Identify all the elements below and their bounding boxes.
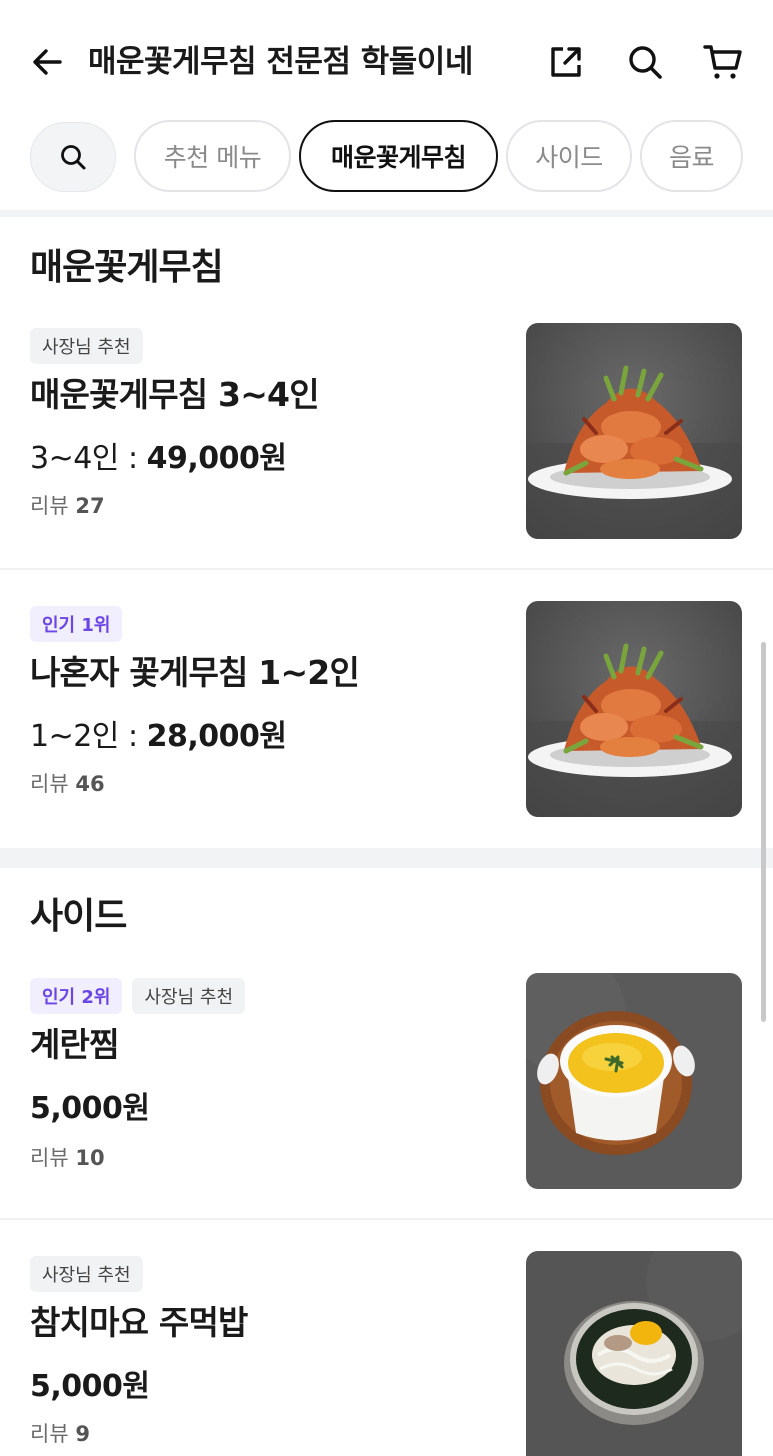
- store-title: 매운꽃게무침 전문점 학돌이네: [88, 44, 473, 80]
- menu-item-photo: [526, 601, 742, 817]
- review-count: 리뷰 46: [30, 768, 105, 798]
- badge-group: 인기 2위 사장님 추천: [30, 978, 246, 1014]
- category-tabs: 추천 메뉴 매운꽃게무침 사이드 음료: [0, 120, 773, 194]
- tab-recommended[interactable]: 추천 메뉴: [134, 120, 291, 192]
- section-title: 사이드: [30, 896, 127, 937]
- arrow-left-icon: [33, 49, 62, 75]
- review-number: 46: [75, 772, 105, 796]
- section-divider: [0, 848, 773, 868]
- review-count: 리뷰 9: [30, 1418, 90, 1448]
- menu-item-photo: [526, 323, 742, 539]
- divider: [0, 568, 773, 570]
- share-button[interactable]: [544, 40, 588, 84]
- menu-item-name: 매운꽃게무침 3~4인: [30, 375, 320, 414]
- tab-side[interactable]: 사이드: [506, 120, 632, 192]
- price-value: 49,000원: [146, 441, 287, 476]
- steamed-egg-image: [526, 973, 742, 1189]
- menu-item-name: 참치마요 주먹밥: [30, 1303, 248, 1342]
- menu-item-name: 나혼자 꽃게무침 1~2인: [30, 653, 360, 692]
- menu-page: 매운꽃게무침 전문점 학돌이네 추천 메뉴 매운꽃게무침 사이드 음료 매운꽃게…: [0, 0, 773, 1456]
- popular-rank-badge: 인기 2위: [30, 978, 123, 1014]
- crab-dish-image: [526, 601, 742, 817]
- menu-item-price: 5,000원: [30, 1089, 150, 1129]
- badge-group: 사장님 추천: [30, 328, 143, 364]
- crab-dish-image: [526, 323, 742, 539]
- share-icon: [551, 47, 581, 77]
- menu-item-price: 1~2인 : 28,000원: [30, 717, 287, 757]
- rice-ball-image: [526, 1251, 742, 1456]
- owner-pick-badge: 사장님 추천: [30, 328, 143, 364]
- price-value: 5,000원: [30, 1369, 150, 1404]
- review-number: 9: [75, 1422, 90, 1446]
- menu-item-price: 5,000원: [30, 1367, 150, 1407]
- back-button[interactable]: [28, 42, 68, 82]
- search-icon: [629, 46, 662, 79]
- top-app-bar: 매운꽃게무침 전문점 학돌이네: [0, 0, 773, 120]
- review-label: 리뷰: [30, 494, 69, 518]
- review-count: 리뷰 27: [30, 490, 105, 520]
- price-option-label: 3~4인 :: [30, 441, 147, 476]
- search-icon: [61, 145, 86, 170]
- divider: [0, 1218, 773, 1220]
- tab-drinks[interactable]: 음료: [640, 120, 743, 192]
- review-label: 리뷰: [30, 1422, 69, 1446]
- price-value: 28,000원: [146, 719, 287, 754]
- tab-spicy-crab[interactable]: 매운꽃게무침: [299, 120, 498, 192]
- review-count: 리뷰 10: [30, 1142, 105, 1172]
- menu-item[interactable]: 인기 1위 나혼자 꽃게무침 1~2인 1~2인 : 28,000원 리뷰 46: [0, 596, 773, 846]
- header-search-button[interactable]: [623, 40, 667, 84]
- cart-button[interactable]: [701, 40, 745, 84]
- review-label: 리뷰: [30, 1146, 69, 1170]
- badge-group: 인기 1위: [30, 606, 123, 642]
- menu-item[interactable]: 인기 2위 사장님 추천 계란찜 5,000원 리뷰 10: [0, 968, 773, 1218]
- price-value: 5,000원: [30, 1091, 150, 1126]
- popular-rank-badge: 인기 1위: [30, 606, 123, 642]
- scrollbar[interactable]: [761, 642, 766, 1022]
- menu-item[interactable]: 사장님 추천 참치마요 주먹밥 5,000원 리뷰 9: [0, 1246, 773, 1456]
- owner-pick-badge: 사장님 추천: [30, 1256, 143, 1292]
- owner-pick-badge: 사장님 추천: [132, 978, 246, 1014]
- menu-item-photo: [526, 973, 742, 1189]
- menu-item-name: 계란찜: [30, 1025, 119, 1064]
- review-label: 리뷰: [30, 772, 69, 796]
- menu-item-photo: [526, 1251, 742, 1456]
- badge-group: 사장님 추천: [30, 1256, 143, 1292]
- section-title: 매운꽃게무침: [30, 247, 224, 288]
- menu-item-price: 3~4인 : 49,000원: [30, 439, 287, 479]
- review-number: 10: [75, 1146, 105, 1170]
- divider: [0, 210, 773, 217]
- menu-search-button[interactable]: [30, 122, 116, 192]
- review-number: 27: [75, 494, 105, 518]
- cart-icon: [703, 45, 742, 79]
- menu-item[interactable]: 사장님 추천 매운꽃게무침 3~4인 3~4인 : 49,000원 리뷰 27: [0, 318, 773, 568]
- price-option-label: 1~2인 :: [30, 719, 147, 754]
